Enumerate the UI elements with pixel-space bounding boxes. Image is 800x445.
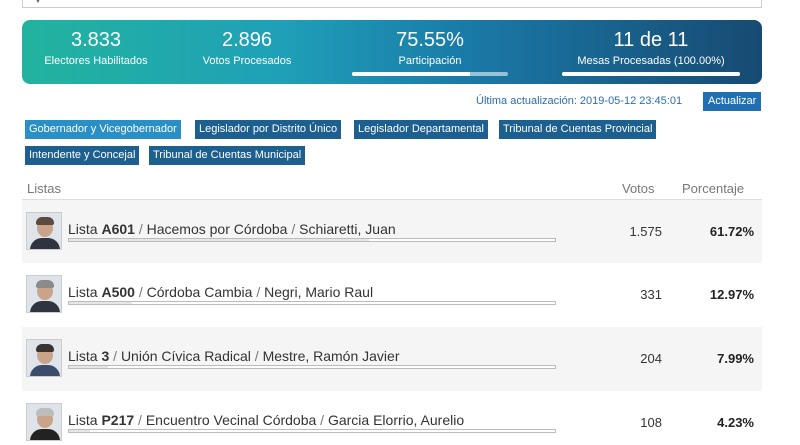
party-name: Unión Cívica Radical xyxy=(120,348,251,364)
tab-tribunal-municipal[interactable]: Tribunal de Cuentas Municipal xyxy=(149,146,306,165)
mesas-progress-fill xyxy=(562,72,740,76)
separator: / xyxy=(134,412,146,428)
candidate-avatar xyxy=(26,212,62,250)
candidate-avatar xyxy=(26,339,62,377)
percent-value: 4.23% xyxy=(717,415,754,430)
list-code: P217 xyxy=(101,412,135,428)
list-name: Lista A500 / Córdoba Cambia / Negri, Mar… xyxy=(68,284,373,300)
vote-share-fill xyxy=(69,366,108,368)
separator: / xyxy=(134,284,147,300)
stat-participacion-label: Participación xyxy=(398,55,462,67)
list-name: Lista A601 / Hacemos por Córdoba / Schia… xyxy=(68,221,396,237)
list-prefix: Lista xyxy=(68,284,102,300)
table-row[interactable]: Lista A500 / Córdoba Cambia / Negri, Mar… xyxy=(22,263,762,327)
table-row[interactable]: Lista 3 / Unión Cívica Radical / Mestre,… xyxy=(22,327,762,391)
separator: / xyxy=(134,221,147,237)
stat-electores-value: 3.833 xyxy=(70,29,122,51)
candidate-name: Garcia Elorrio, Aurelio xyxy=(327,412,465,428)
tab-tribunal-provincial[interactable]: Tribunal de Cuentas Provincial xyxy=(499,120,657,139)
candidate-avatar xyxy=(26,275,62,313)
tab-intendente[interactable]: Intendente y Concejal xyxy=(25,146,140,165)
candidate-avatar xyxy=(26,403,62,441)
separator: / xyxy=(316,412,328,428)
stat-mesas-label: Mesas Procesadas (100.00%) xyxy=(577,55,725,67)
header-listas: Listas xyxy=(27,181,61,196)
percent-value: 7.99% xyxy=(717,351,754,366)
header-porcentaje: Porcentaje xyxy=(682,181,745,196)
votes-value: 1.575 xyxy=(629,224,662,239)
party-name: Córdoba Cambia xyxy=(146,284,253,300)
vote-share-fill xyxy=(69,239,369,241)
list-code: A500 xyxy=(101,284,135,300)
vote-share-bar xyxy=(68,238,556,242)
stat-votos-value: 2.896 xyxy=(221,29,273,51)
list-prefix: Lista xyxy=(68,221,102,237)
header-votos: Votos xyxy=(622,181,655,196)
tab-legislador-distrito[interactable]: Legislador por Distrito Único xyxy=(195,120,342,139)
candidate-name: Negri, Mario Raul xyxy=(264,284,374,300)
stat-votos-label: Votos Procesados xyxy=(202,55,292,67)
stat-participacion-value: 75.55% xyxy=(396,29,464,51)
votes-value: 108 xyxy=(640,415,662,430)
participacion-progress-fill xyxy=(352,72,470,76)
list-prefix: Lista xyxy=(68,348,102,364)
vote-share-bar xyxy=(68,429,556,433)
list-prefix: Lista xyxy=(68,412,102,428)
tab-legislador-departamental[interactable]: Legislador Departamental xyxy=(354,120,488,139)
list-name: Lista P217 / Encuentro Vecinal Córdoba /… xyxy=(68,412,464,428)
party-name: Hacemos por Córdoba xyxy=(146,221,288,237)
stat-electores: 3.833 Electores Habilitados xyxy=(30,28,162,68)
vote-share-bar xyxy=(68,365,556,369)
percent-value: 61.72% xyxy=(709,224,754,239)
candidate-name: Mestre, Ramón Javier xyxy=(262,348,400,364)
table-row[interactable]: Lista P217 / Encuentro Vecinal Córdoba /… xyxy=(22,391,762,445)
vote-share-bar xyxy=(68,301,556,305)
stat-participacion: 75.55% Participación xyxy=(352,28,508,76)
stat-votos: 2.896 Votos Procesados xyxy=(182,28,312,68)
table-header: Listas Votos Porcentaje xyxy=(22,178,762,200)
update-button[interactable]: Actualizar xyxy=(703,92,762,111)
chevron-down-icon[interactable]: ▼ xyxy=(33,0,753,6)
vote-share-fill xyxy=(69,430,90,432)
separator: / xyxy=(252,284,265,300)
percent-value: 12.97% xyxy=(709,287,754,302)
stat-electores-label: Electores Habilitados xyxy=(44,55,148,67)
tab-gobernador[interactable]: Gobernador y Vicegobernador xyxy=(25,120,181,139)
table-row[interactable]: Lista A601 / Hacemos por Córdoba / Schia… xyxy=(22,199,762,263)
list-code: A601 xyxy=(101,221,135,237)
stat-mesas: 11 de 11 Mesas Procesadas (100.00%) xyxy=(562,28,740,76)
votes-value: 331 xyxy=(640,287,662,302)
stat-mesas-value: 11 de 11 xyxy=(613,29,689,51)
votes-value: 204 xyxy=(640,351,662,366)
breadcrumb-select[interactable]: ▼ xyxy=(22,0,762,8)
stats-panel: 3.833 Electores Habilitados 2.896 Votos … xyxy=(22,20,762,84)
list-name: Lista 3 / Unión Cívica Radical / Mestre,… xyxy=(68,348,400,364)
mesas-progress-bar xyxy=(562,72,740,76)
separator: / xyxy=(287,221,300,237)
party-name: Encuentro Vecinal Córdoba xyxy=(145,412,317,428)
separator: / xyxy=(109,348,121,364)
participacion-progress-bar xyxy=(352,72,508,76)
vote-share-fill xyxy=(69,302,133,304)
candidate-name: Schiaretti, Juan xyxy=(299,221,396,237)
last-update-text: Última actualización: 2019-05-12 23:45:0… xyxy=(476,95,683,107)
separator: / xyxy=(250,348,263,364)
